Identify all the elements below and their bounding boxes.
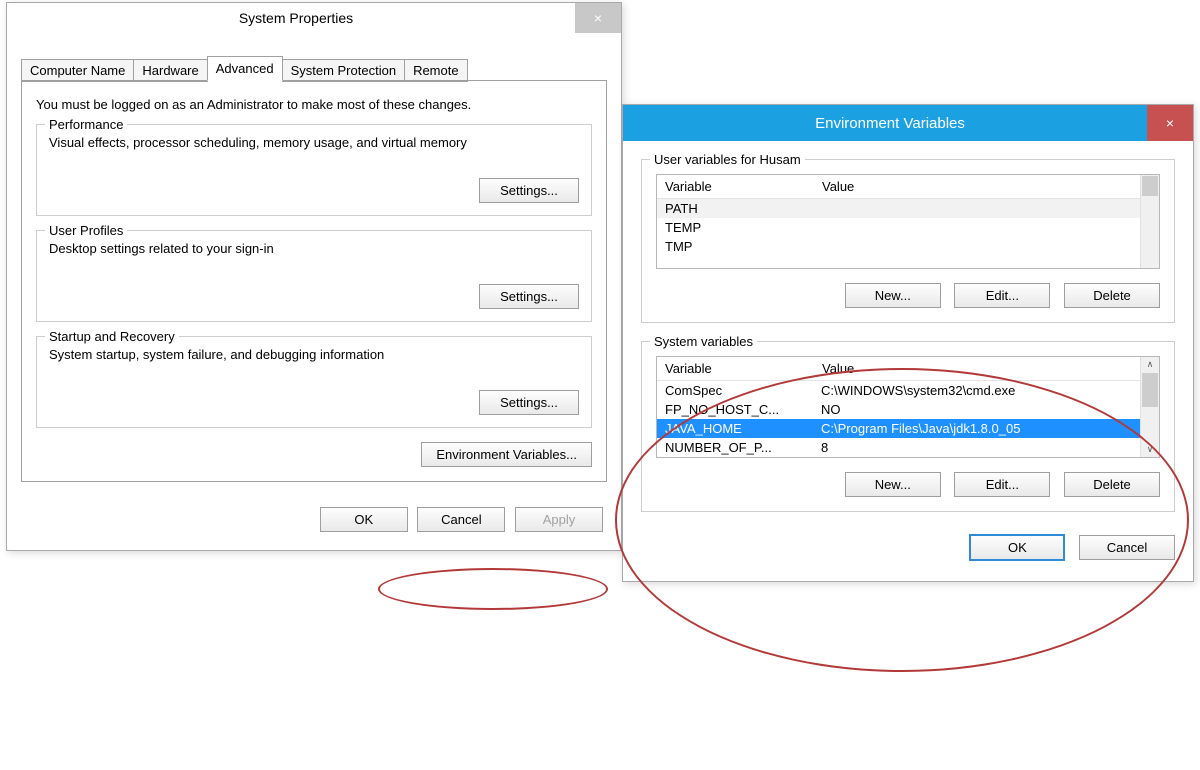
system-edit-button[interactable]: Edit... [954, 472, 1050, 497]
scroll-thumb[interactable] [1142, 373, 1158, 407]
scroll-down-icon[interactable]: ∨ [1147, 442, 1154, 457]
column-value[interactable]: Value [814, 357, 1140, 380]
cancel-button[interactable]: Cancel [1079, 535, 1175, 560]
startup-legend: Startup and Recovery [45, 329, 179, 344]
list-header: Variable Value [657, 357, 1140, 381]
column-variable[interactable]: Variable [657, 357, 814, 380]
startup-desc: System startup, system failure, and debu… [49, 347, 579, 362]
list-row[interactable]: TMP [657, 237, 1140, 256]
tab-remote[interactable]: Remote [404, 59, 468, 82]
system-variables-list[interactable]: Variable Value ComSpecC:\WINDOWS\system3… [656, 356, 1160, 458]
annotation-ellipse [378, 568, 608, 610]
titlebar[interactable]: Environment Variables × [623, 105, 1193, 141]
list-row[interactable]: ComSpecC:\WINDOWS\system32\cmd.exe [657, 381, 1140, 400]
column-value[interactable]: Value [814, 175, 1140, 198]
performance-group: Performance Visual effects, processor sc… [36, 124, 592, 216]
user-profiles-settings-button[interactable]: Settings... [479, 284, 579, 309]
tab-computer-name[interactable]: Computer Name [21, 59, 134, 82]
scroll-up-icon[interactable]: ∧ [1147, 357, 1154, 372]
list-row[interactable]: TEMP [657, 218, 1140, 237]
system-variables-legend: System variables [650, 334, 757, 349]
environment-variables-dialog: Environment Variables × User variables f… [622, 104, 1194, 582]
performance-desc: Visual effects, processor scheduling, me… [49, 135, 579, 150]
user-new-button[interactable]: New... [845, 283, 941, 308]
admin-note: You must be logged on as an Administrato… [36, 97, 592, 112]
system-properties-dialog: System Properties × Computer Name Hardwa… [6, 2, 622, 551]
tab-bar: Computer Name Hardware Advanced System P… [21, 57, 621, 81]
close-button[interactable]: × [575, 3, 621, 33]
user-profiles-desc: Desktop settings related to your sign-in [49, 241, 579, 256]
list-row[interactable]: PATH [657, 199, 1140, 218]
list-row[interactable]: JAVA_HOMEC:\Program Files\Java\jdk1.8.0_… [657, 419, 1140, 438]
close-icon: × [594, 10, 602, 26]
list-row[interactable]: FP_NO_HOST_C...NO [657, 400, 1140, 419]
system-new-button[interactable]: New... [845, 472, 941, 497]
window-title: System Properties [17, 10, 575, 26]
user-variables-group: User variables for Husam Variable Value … [641, 159, 1175, 323]
user-edit-button[interactable]: Edit... [954, 283, 1050, 308]
window-title: Environment Variables [633, 115, 1147, 132]
scrollbar[interactable] [1140, 175, 1159, 268]
startup-settings-button[interactable]: Settings... [479, 390, 579, 415]
list-header: Variable Value [657, 175, 1140, 199]
system-variables-group: System variables Variable Value ComSpecC… [641, 341, 1175, 512]
user-profiles-legend: User Profiles [45, 223, 127, 238]
apply-button[interactable]: Apply [515, 507, 603, 532]
user-variables-list[interactable]: Variable Value PATH TEMP TMP [656, 174, 1160, 269]
startup-recovery-group: Startup and Recovery System startup, sys… [36, 336, 592, 428]
environment-variables-button[interactable]: Environment Variables... [421, 442, 592, 467]
ok-button[interactable]: OK [969, 534, 1065, 561]
column-variable[interactable]: Variable [657, 175, 814, 198]
performance-settings-button[interactable]: Settings... [479, 178, 579, 203]
user-profiles-group: User Profiles Desktop settings related t… [36, 230, 592, 322]
list-row[interactable]: NUMBER_OF_P...8 [657, 438, 1140, 457]
system-delete-button[interactable]: Delete [1064, 472, 1160, 497]
close-icon: × [1166, 115, 1174, 131]
scroll-thumb[interactable] [1142, 176, 1158, 196]
performance-legend: Performance [45, 117, 127, 132]
cancel-button[interactable]: Cancel [417, 507, 505, 532]
dialog-button-row: OK Cancel Apply [7, 493, 621, 550]
titlebar[interactable]: System Properties × [7, 3, 621, 33]
user-delete-button[interactable]: Delete [1064, 283, 1160, 308]
user-variables-legend: User variables for Husam [650, 152, 805, 167]
scrollbar[interactable]: ∧ ∨ [1140, 357, 1159, 457]
tab-content-advanced: You must be logged on as an Administrato… [21, 80, 607, 482]
ok-button[interactable]: OK [320, 507, 408, 532]
close-button[interactable]: × [1147, 105, 1193, 141]
tab-hardware[interactable]: Hardware [133, 59, 207, 82]
tab-advanced[interactable]: Advanced [207, 56, 283, 81]
tab-system-protection[interactable]: System Protection [282, 59, 406, 82]
